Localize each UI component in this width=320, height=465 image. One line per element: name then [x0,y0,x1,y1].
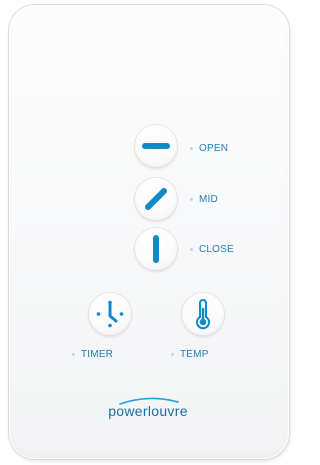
mid-label: MID [199,194,218,205]
indicator-dot [190,147,193,150]
indicator-dot [72,353,75,356]
vertical-bar-icon [153,235,159,263]
indicator-dot [190,248,193,251]
horizontal-bar-icon [142,143,170,149]
open-button[interactable] [135,125,177,167]
diagonal-bar-icon [145,188,167,210]
open-label-row: OPEN [190,143,228,154]
timer-button[interactable] [89,293,131,335]
temp-label-row: TEMP [171,349,209,360]
mid-button[interactable] [135,178,177,220]
close-label-row: CLOSE [190,244,234,255]
temp-button[interactable] [182,293,224,335]
close-button[interactable] [135,228,177,270]
mid-label-row: MID [190,194,218,205]
indicator-dot [171,353,174,356]
indicator-dot [190,198,193,201]
thermometer-icon [196,299,210,330]
timer-label: TIMER [81,349,114,360]
clock-icon [96,300,124,328]
temp-label: TEMP [180,349,209,360]
close-label: CLOSE [199,244,234,255]
open-label: OPEN [199,143,229,154]
timer-label-row: TIMER [72,349,113,360]
brand-logo: powerlouvre [108,403,188,419]
